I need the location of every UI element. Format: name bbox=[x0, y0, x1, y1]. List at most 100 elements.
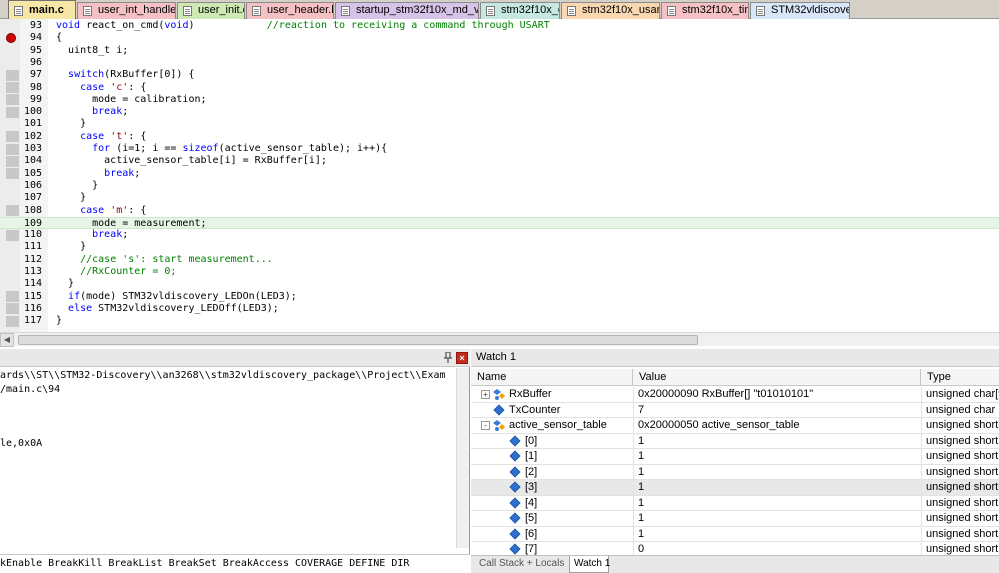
watch-name-cell: [6] bbox=[471, 527, 633, 542]
watch-value[interactable]: 7 bbox=[633, 402, 921, 418]
code-line[interactable]: 93 void react_on_cmd(void) //reaction to … bbox=[0, 20, 999, 32]
tab-stm32f10x-usart-c[interactable]: stm32f10x_usart.c bbox=[561, 2, 660, 19]
code-text: } bbox=[56, 179, 99, 191]
current-code-line[interactable]: 109 mode = measurement; bbox=[0, 216, 999, 230]
code-line[interactable]: 106 } bbox=[0, 180, 999, 192]
command-window: × ards\\ST\\STM32-Discovery\\an3268\\stm… bbox=[0, 349, 470, 573]
code-line[interactable]: 115 if(mode) STM32vldiscovery_LEDOn(LED3… bbox=[0, 291, 999, 303]
watch-row[interactable]: + RxBuffer 0x20000090 RxBuffer[] "t0101010… bbox=[471, 387, 999, 403]
watch-row[interactable]: - active_sensor_table 0x20000050 active_se… bbox=[471, 418, 999, 434]
line-number: 102 bbox=[23, 130, 42, 142]
watch-type: unsigned short bbox=[921, 511, 999, 526]
variable-icon bbox=[509, 481, 521, 493]
watch-row[interactable]: [5] 1 unsigned short bbox=[471, 511, 999, 527]
code-line[interactable]: 113 //RxCounter = 0; bbox=[0, 266, 999, 278]
watch-value[interactable]: 1 bbox=[633, 449, 921, 464]
tab-stm32f10x-tim-c[interactable]: stm32f10x_tim.c bbox=[661, 2, 749, 19]
code-text: switch(RxBuffer[0]) { bbox=[68, 69, 195, 81]
pin-icon[interactable] bbox=[443, 352, 453, 363]
watch-name: [3] bbox=[525, 481, 538, 493]
column-header-value[interactable]: Value bbox=[633, 369, 921, 386]
tab-stm32f10x-exti-c[interactable]: stm32f10x_exti.c bbox=[480, 2, 560, 19]
code-line[interactable]: 117} bbox=[0, 315, 999, 327]
code-text: mode = calibration; bbox=[56, 93, 207, 105]
watch-row[interactable]: [2] 1 unsigned short bbox=[471, 464, 999, 480]
watch-name: [5] bbox=[525, 512, 538, 524]
editor-tab-strip: main.c user_int_handlers.c user_init.c user… bbox=[0, 0, 999, 19]
watch-row[interactable]: [6] 1 unsigned short bbox=[471, 526, 999, 542]
column-header-type[interactable]: Type bbox=[921, 369, 999, 386]
code-line[interactable]: 102 case 't': { bbox=[0, 131, 999, 143]
watch-row[interactable]: [3] 1 unsigned short bbox=[471, 480, 999, 496]
code-line[interactable]: 96 bbox=[0, 57, 999, 69]
watch-name: [0] bbox=[525, 434, 538, 447]
code-line[interactable]: 95 uint8_t i; bbox=[0, 45, 999, 57]
scroll-left-icon[interactable]: ◀ bbox=[0, 333, 14, 347]
collapse-icon[interactable]: - bbox=[481, 421, 490, 430]
watch-type: unsigned short bbox=[921, 526, 999, 542]
file-icon bbox=[14, 6, 23, 16]
code-editor[interactable]: 93 void react_on_cmd(void) //reaction to … bbox=[0, 19, 999, 332]
code-text: if(mode) STM32vldiscovery_LEDOn(LED3); bbox=[68, 290, 297, 302]
watch-value[interactable]: 0x20000050 active_sensor_table bbox=[633, 418, 921, 433]
watch-value[interactable]: 1 bbox=[633, 511, 921, 526]
tab-watch-1[interactable]: Watch 1 bbox=[569, 556, 610, 573]
code-line[interactable]: 108 case 'm': { bbox=[0, 205, 999, 217]
file-icon bbox=[341, 6, 350, 16]
code-line[interactable]: 105 break; bbox=[0, 168, 999, 180]
line-number: 97 bbox=[29, 69, 42, 81]
editor-horizontal-scrollbar[interactable]: ◀ bbox=[0, 332, 999, 347]
tab-user-int-handlers-c[interactable]: user_int_handlers.c bbox=[77, 2, 176, 19]
watch-type: unsigned char bbox=[921, 402, 999, 418]
watch-name-cell: [4] bbox=[471, 496, 633, 511]
tab-label: user_init.c bbox=[198, 4, 245, 16]
watch-value[interactable]: 1 bbox=[633, 464, 921, 480]
code-line[interactable]: 94 { bbox=[0, 32, 999, 44]
code-line[interactable]: 112 //case 's': start measurement... bbox=[0, 254, 999, 266]
watch-name-cell: TxCounter bbox=[471, 403, 633, 418]
code-line[interactable]: 116 else STM32vldiscovery_LEDOff(LED3); bbox=[0, 303, 999, 315]
tab-startup-stm32f10x-md-vl-s[interactable]: startup_stm32f10x_md_vl.s bbox=[335, 2, 479, 19]
code-line[interactable]: 100 break; bbox=[0, 106, 999, 118]
watch-type: unsigned short[8] bbox=[921, 418, 999, 433]
watch-row[interactable]: [0] 1 unsigned short bbox=[471, 433, 999, 449]
watch-row[interactable]: [4] 1 unsigned short bbox=[471, 495, 999, 511]
code-line[interactable]: 98 case 'c': { bbox=[0, 82, 999, 94]
code-line[interactable]: 104 active_sensor_table[i] = RxBuffer[i]… bbox=[0, 155, 999, 167]
code-line[interactable]: 114 } bbox=[0, 278, 999, 290]
tab-user-init-c[interactable]: user_init.c bbox=[177, 2, 245, 19]
line-number: 108 bbox=[23, 204, 42, 216]
code-line[interactable]: 97 switch(RxBuffer[0]) { bbox=[0, 69, 999, 81]
watch-type: unsigned short bbox=[921, 464, 999, 480]
tab-stm32vldiscovery-c[interactable]: STM32vldiscovery.c bbox=[750, 2, 850, 19]
command-vertical-scrollbar[interactable] bbox=[456, 368, 469, 548]
watch-name: RxBuffer bbox=[509, 388, 552, 400]
watch-value[interactable]: 1 bbox=[633, 526, 921, 542]
tab-call-stack-locals[interactable]: Call Stack + Locals bbox=[475, 556, 567, 573]
watch-row[interactable]: TxCounter 7 unsigned char bbox=[471, 402, 999, 418]
code-line[interactable]: 101 } bbox=[0, 118, 999, 130]
variable-icon bbox=[509, 512, 521, 524]
code-text: case 'c': { bbox=[80, 81, 147, 93]
expand-icon[interactable]: + bbox=[481, 390, 490, 399]
code-line[interactable]: 107 } bbox=[0, 192, 999, 204]
watch-value[interactable]: 1 bbox=[633, 495, 921, 511]
tab-user-header-h[interactable]: user_header.h bbox=[246, 2, 334, 19]
close-icon[interactable]: × bbox=[456, 352, 468, 364]
column-header-name[interactable]: Name bbox=[471, 369, 633, 386]
watch-value[interactable]: 1 bbox=[633, 433, 921, 449]
tab-main-c[interactable]: main.c bbox=[8, 0, 76, 19]
scroll-thumb[interactable] bbox=[18, 335, 698, 345]
code-text: } bbox=[56, 192, 87, 204]
code-line[interactable]: 111 } bbox=[0, 241, 999, 253]
command-keyword-bar[interactable]: kEnable BreakKill BreakList BreakSet Bre… bbox=[0, 554, 470, 573]
command-output-line: ards\\ST\\STM32-Discovery\\an3268\\stm32… bbox=[0, 370, 446, 381]
variable-icon bbox=[493, 403, 505, 416]
code-line[interactable]: 99 mode = calibration; bbox=[0, 94, 999, 106]
line-number: 110 bbox=[23, 229, 42, 241]
code-line[interactable]: 110 break; bbox=[0, 229, 999, 241]
watch-value[interactable]: 1 bbox=[633, 480, 921, 495]
watch-value[interactable]: 0x20000090 RxBuffer[] "t01010101" bbox=[633, 387, 921, 402]
watch-row[interactable]: [1] 1 unsigned short bbox=[471, 449, 999, 465]
code-line[interactable]: 103 for (i=1; i == sizeof(active_sensor_… bbox=[0, 143, 999, 155]
